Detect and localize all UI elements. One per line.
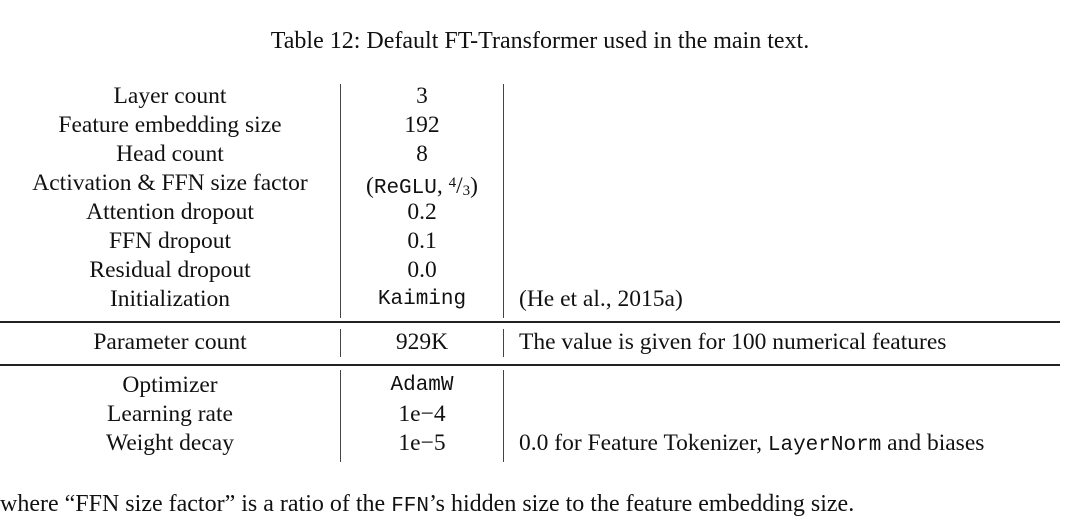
param-name: Weight decay [106,430,234,456]
param-name: Attention dropout [86,199,254,225]
ffn-code: FFN [391,495,429,518]
table-row: Activation & FFN size factor (ReGLU, 4/3… [0,169,1080,200]
table-row: Head count 8 [0,140,1080,169]
footnote-prefix: where “FFN size factor” is a ratio of th… [0,491,392,517]
table-row: Learning rate 1e−4 [0,400,1080,429]
table-row: Initialization Kaiming (He et al., 2015a… [0,285,1080,314]
param-note: 0.0 for Feature Tokenizer, LayerNorm and… [519,429,984,460]
param-name: Activation & FFN size factor [32,170,308,196]
layernorm-code: LayerNorm [767,434,882,457]
param-value: 1e−5 [398,430,446,456]
table-row: Optimizer AdamW [0,371,1080,400]
note-text: 0.0 for Feature Tokenizer, [519,430,768,456]
param-value: 3 [416,83,428,109]
param-value: AdamW [390,374,454,397]
param-value: 1e−4 [398,401,446,427]
footnote-text: where “FFN size factor” is a ratio of th… [0,489,854,522]
value-paren: ( [366,173,374,199]
param-name: Optimizer [122,372,218,398]
table-row: Residual dropout 0.0 [0,256,1080,285]
param-name: Layer count [113,83,227,109]
param-name: Parameter count [93,329,247,355]
table-row: Weight decay 1e−5 0.0 for Feature Tokeni… [0,429,1080,458]
value-separator: , [436,173,449,199]
section-rule [0,321,1060,323]
table-row: Layer count 3 [0,82,1080,111]
param-value: 0.0 [407,257,437,283]
fraction-numerator: 4 [448,175,457,191]
param-value: 0.1 [407,228,437,254]
param-name: FFN dropout [108,228,232,254]
table-row: FFN dropout 0.1 [0,227,1080,256]
value-paren: ) [470,173,478,199]
param-name: Head count [116,141,224,167]
size-factor-fraction: 4/3 [448,173,471,199]
param-value: 8 [416,141,428,167]
param-note: (He et al., 2015a) [519,286,683,312]
table-row: Feature embedding size 192 [0,111,1080,140]
footnote-suffix: ’s hidden size to the feature embedding … [429,491,855,517]
param-value: 0.2 [407,199,437,225]
param-value: Kaiming [377,288,467,311]
param-value: 192 [404,112,440,138]
param-name: Feature embedding size [58,112,282,138]
table-caption: Table 12: Default FT-Transformer used in… [270,28,810,54]
note-text: and biases [881,430,985,456]
section-rule [0,364,1060,366]
param-name: Initialization [109,286,231,312]
param-name: Learning rate [107,401,233,427]
table-row: Parameter count 929K The value is given … [0,328,1080,357]
activation-name: ReGLU [373,177,437,200]
param-value: 929K [395,329,449,355]
table-row: Attention dropout 0.2 [0,198,1080,227]
param-note: The value is given for 100 numerical fea… [519,329,947,355]
param-name: Residual dropout [89,257,251,283]
